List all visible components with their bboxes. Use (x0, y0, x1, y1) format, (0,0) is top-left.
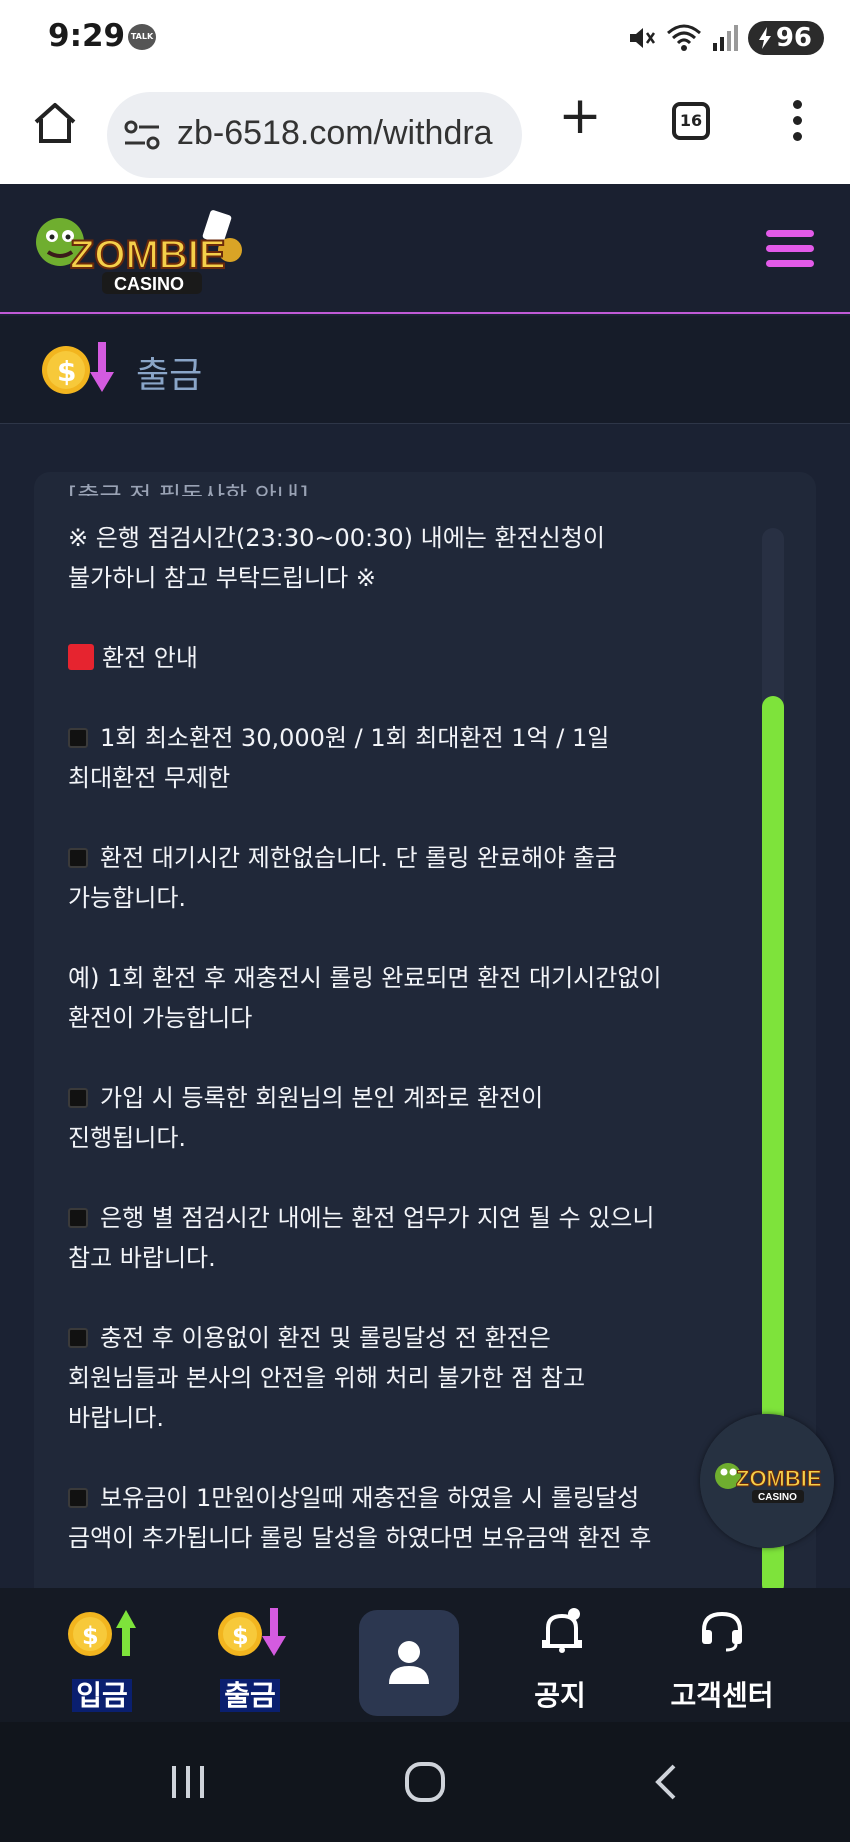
headset-icon (702, 1611, 742, 1652)
notice-line: 예) 1회 환전 후 재충전시 롤링 완료되면 환전 대기시간없이 (68, 964, 662, 992)
status-time: 9:29 (48, 18, 126, 54)
status-icons: 96 (626, 20, 824, 56)
notice-line: 환전 대기시간 제한없습니다. 단 롤링 완료해야 출금 (68, 838, 768, 878)
home-circle-icon[interactable] (403, 1760, 447, 1804)
svg-text:ZOMBIE: ZOMBIE (70, 233, 226, 277)
bell-icon (542, 1608, 582, 1653)
notice-heading: 환전 안내 (68, 638, 768, 678)
black-square-icon (68, 1208, 88, 1228)
notice-line: 보유금이 1만원이상일때 재충전을 하였을 시 롤링달성 (68, 1478, 768, 1518)
notice-line: 금액이 추가됩니다 롤링 달성을 하였다면 보유금액 환전 후 (68, 1524, 652, 1552)
nav-notice-label: 공지 (534, 1679, 586, 1712)
svg-text:$: $ (82, 1622, 99, 1650)
nav-support[interactable]: 고객센터 (652, 1588, 792, 1722)
nav-mypage-button[interactable] (359, 1610, 459, 1716)
page-title: 출금 (136, 355, 203, 396)
black-square-icon (68, 1488, 88, 1508)
nav-withdraw-label: 출금 (220, 1679, 280, 1712)
notice-line: 충전 후 이용없이 환전 및 롤링달성 전 환전은 (68, 1318, 768, 1358)
signal-icon (712, 25, 738, 51)
site-menu-button[interactable] (766, 230, 814, 268)
notice-line: 은행 별 점검시간 내에는 환전 업무가 지연 될 수 있으니 (68, 1198, 768, 1238)
new-tab-button[interactable]: + (558, 90, 602, 142)
system-nav-bar (0, 1722, 850, 1842)
mute-icon (629, 28, 655, 48)
notice-line: ※ 은행 점검시간(23:30~00:30) 내에는 환전신청이 (68, 524, 605, 552)
notice-content: [출금 전 필독사항 안내] ※ 은행 점검시간(23:30~00:30) 내에… (68, 482, 768, 1558)
black-square-icon (68, 728, 88, 748)
zombie-casino-logo[interactable]: ZOMBIE CASINO (30, 202, 260, 302)
notice-line: 1회 최소환전 30,000원 / 1회 최대환전 1억 / 1일 (68, 718, 768, 758)
notice-cut-line: [출금 전 필독사항 안내] (68, 482, 309, 496)
notice-line: 가입 시 등록한 회원님의 본인 계좌로 환전이 (68, 1078, 768, 1118)
back-icon[interactable] (650, 1762, 680, 1802)
svg-text:$: $ (232, 1622, 249, 1650)
url-text: zb-6518.com/withdra (177, 114, 493, 152)
battery-level: 96 (775, 23, 812, 53)
nav-deposit[interactable]: $ 입금 (52, 1588, 152, 1722)
red-square-icon (68, 644, 94, 670)
floating-zombie-logo-button[interactable]: ZOMBIE CASINO (700, 1414, 834, 1548)
black-square-icon (68, 1088, 88, 1108)
withdraw-coin-icon: $ (42, 342, 114, 394)
notice-line: 회원님들과 본사의 안전을 위해 처리 불가한 점 참고 (68, 1364, 586, 1392)
notice-line: 참고 바랍니다. (68, 1244, 216, 1272)
svg-text:ZOMBIE: ZOMBIE (736, 1466, 822, 1491)
nav-deposit-label: 입금 (72, 1679, 132, 1712)
notice-line: 가능합니다. (68, 884, 187, 912)
browser-menu-button[interactable] (782, 96, 812, 146)
status-bar: 9:29 TALK 96 (0, 0, 850, 74)
tab-switcher-button[interactable]: 16 (672, 102, 710, 140)
nav-withdraw[interactable]: $ 출금 (200, 1588, 300, 1722)
wifi-icon (666, 24, 701, 51)
svg-text:$: $ (57, 355, 76, 388)
notice-line: 최대환전 무제한 (68, 764, 231, 792)
deposit-coin-icon: $ (68, 1610, 136, 1656)
black-square-icon (68, 848, 88, 868)
black-square-icon (68, 1328, 88, 1348)
svg-text:CASINO: CASINO (758, 1492, 797, 1503)
browser-toolbar: zb-6518.com/withdra + 16 (0, 74, 850, 184)
withdraw-coin-icon: $ (218, 1608, 286, 1656)
home-icon[interactable] (30, 98, 80, 148)
notice-line: 바랍니다. (68, 1404, 164, 1432)
recent-apps-icon[interactable] (168, 1762, 208, 1802)
notice-line: 환전이 가능합니다 (68, 1004, 253, 1032)
battery-indicator: 96 (747, 21, 824, 55)
charging-icon (758, 27, 771, 49)
kakaotalk-icon: TALK (128, 24, 156, 50)
address-bar[interactable]: zb-6518.com/withdra (107, 92, 522, 178)
page-title-bar: $ 출금 (0, 316, 850, 424)
site-header: ZOMBIE CASINO (0, 184, 850, 314)
bottom-nav: $ 입금 $ 출금 공지 고객센터 (0, 1588, 850, 1722)
notice-line: 불가하니 참고 부탁드립니다 ※ (68, 564, 376, 592)
nav-notice[interactable]: 공지 (510, 1588, 610, 1722)
nav-support-label: 고객센터 (670, 1679, 774, 1712)
user-icon (389, 1641, 429, 1684)
svg-text:CASINO: CASINO (114, 274, 184, 294)
site-settings-icon[interactable] (123, 117, 161, 153)
notice-line: 진행됩니다. (68, 1124, 187, 1152)
